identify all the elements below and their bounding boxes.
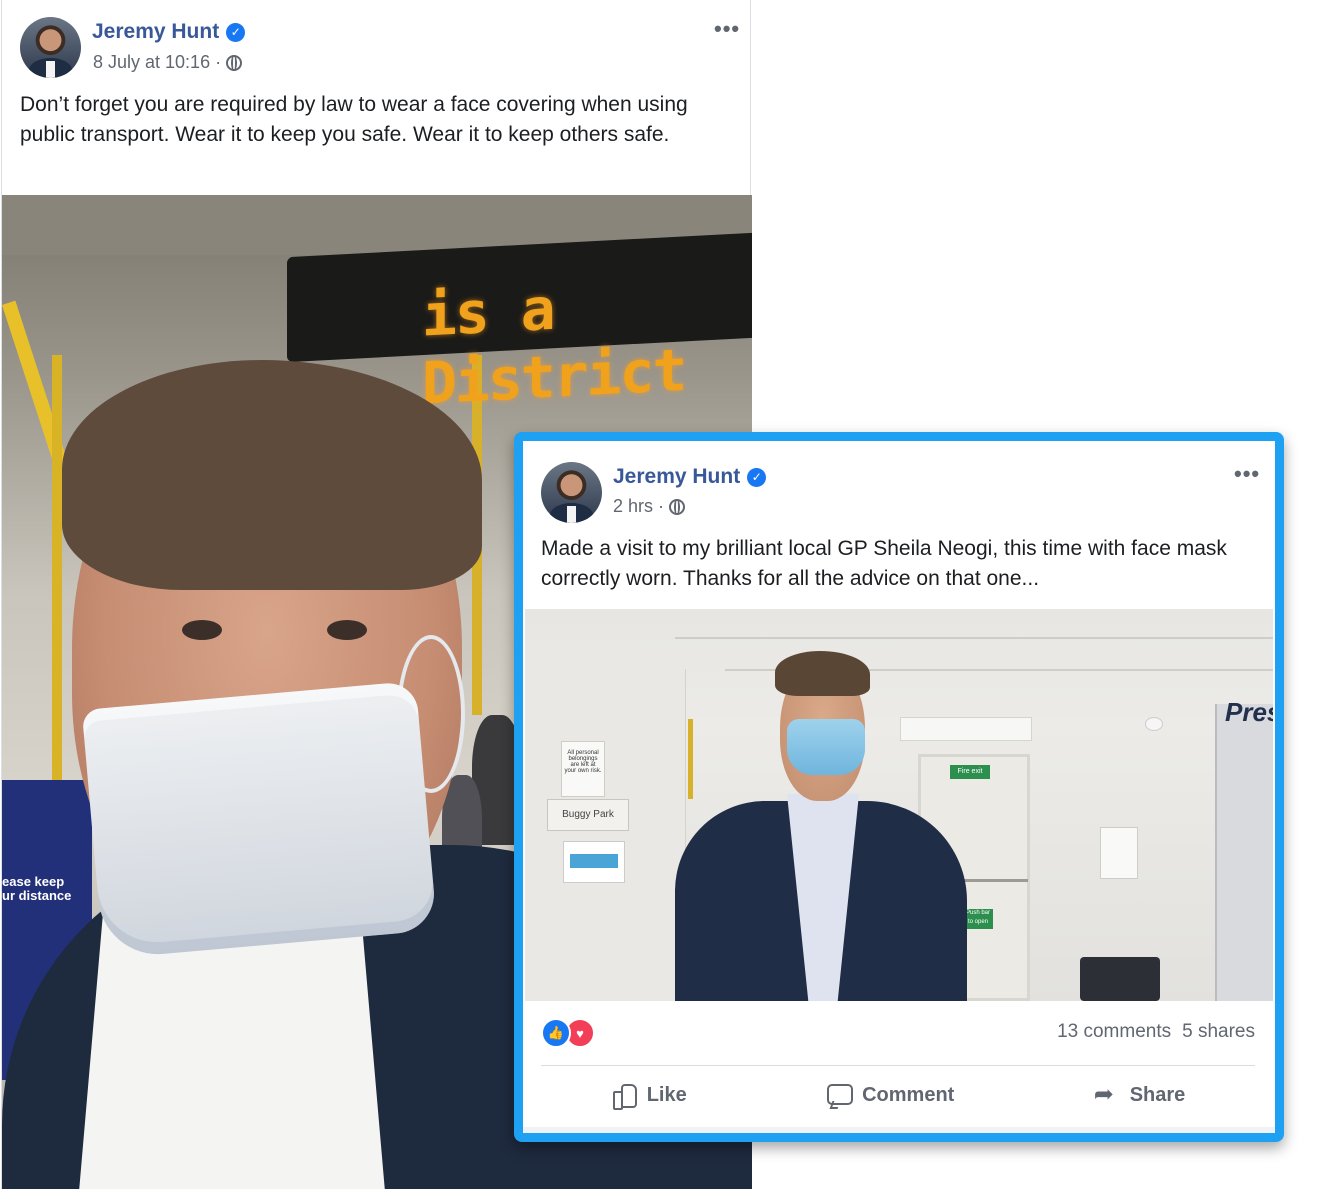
push-bar-sign: Push bar to open xyxy=(963,909,993,929)
post-timestamp[interactable]: 2 hrs xyxy=(613,496,653,517)
face-mask xyxy=(787,719,865,775)
post-jeremy-hunt-gp-visit: Jeremy Hunt ✓ 2 hrs · ••• Made a visit t… xyxy=(523,441,1275,1133)
author-name-label[interactable]: Jeremy Hunt xyxy=(92,20,219,44)
more-options-button[interactable]: ••• xyxy=(1234,461,1260,487)
speech-bubble-icon xyxy=(826,1082,854,1108)
left-wall xyxy=(525,669,686,1001)
like-button[interactable]: Like xyxy=(611,1073,687,1117)
info-notice xyxy=(563,841,625,883)
post-text: Don’t forget you are required by law to … xyxy=(20,93,688,146)
shares-count[interactable]: 5 shares xyxy=(1182,1021,1255,1043)
author-name[interactable]: Jeremy Hunt ✓ xyxy=(613,465,767,489)
waste-bin xyxy=(1080,957,1160,1001)
comment-label: Comment xyxy=(862,1083,955,1106)
hair xyxy=(775,651,870,696)
meta-separator: · xyxy=(215,52,222,72)
share-button[interactable]: ➦ Share xyxy=(1094,1073,1186,1117)
engagement-counts: 13 comments 5 shares xyxy=(1057,1021,1255,1043)
thumbs-up-icon xyxy=(611,1082,637,1110)
face-mask xyxy=(81,680,438,960)
author-avatar[interactable] xyxy=(541,462,602,523)
reactions-summary[interactable]: 👍 ♥ xyxy=(541,1018,595,1048)
buggy-park-sign: Buggy Park xyxy=(547,799,629,831)
author-name-label[interactable]: Jeremy Hunt xyxy=(613,465,740,489)
security-camera xyxy=(1145,717,1163,731)
post-text: Made a visit to my brilliant local GP Sh… xyxy=(541,537,1227,590)
author-avatar[interactable] xyxy=(20,17,81,78)
pillar xyxy=(1215,704,1273,1001)
post-photo-gp-surgery[interactable]: All personal belongings are left at your… xyxy=(525,609,1273,1001)
keep-distance-text: ease keep ur distance xyxy=(2,874,72,903)
ceiling-tile-line xyxy=(675,637,1273,639)
post-timestamp[interactable]: 8 July at 10:16 xyxy=(93,52,210,73)
like-label: Like xyxy=(646,1083,687,1106)
led-sign-text: is a District xyxy=(422,274,686,418)
actions-divider xyxy=(541,1065,1255,1066)
author-name[interactable]: Jeremy Hunt ✓ xyxy=(92,20,246,44)
share-arrow-icon: ➦ xyxy=(1093,1081,1114,1108)
belongings-notice: All personal belongings are left at your… xyxy=(561,741,605,797)
verified-badge-icon: ✓ xyxy=(226,22,246,42)
wall-lettering: Pres xyxy=(1225,697,1273,727)
wall-poster xyxy=(1100,827,1138,879)
hair xyxy=(62,360,482,590)
fire-exit-sign: Fire exit xyxy=(950,765,990,779)
like-reaction-icon: 👍 xyxy=(541,1018,571,1048)
eye xyxy=(182,620,222,640)
comment-button[interactable]: Comment xyxy=(826,1073,954,1117)
post-actions: Like Comment ➦ Share xyxy=(541,1073,1255,1117)
meta-separator: · xyxy=(658,496,665,516)
eye xyxy=(327,620,367,640)
comments-count[interactable]: 13 comments xyxy=(1057,1021,1171,1043)
ceiling-light xyxy=(900,717,1032,741)
verified-badge-icon: ✓ xyxy=(747,467,767,487)
globe-icon xyxy=(226,54,243,71)
post-meta: 8 July at 10:16 · xyxy=(93,52,243,73)
card-bottom-edge xyxy=(523,1127,1275,1133)
globe-icon xyxy=(669,498,686,515)
more-options-button[interactable]: ••• xyxy=(714,16,740,42)
post-meta: 2 hrs · xyxy=(613,496,686,517)
yellow-pole xyxy=(688,719,693,799)
share-label: Share xyxy=(1129,1083,1186,1106)
